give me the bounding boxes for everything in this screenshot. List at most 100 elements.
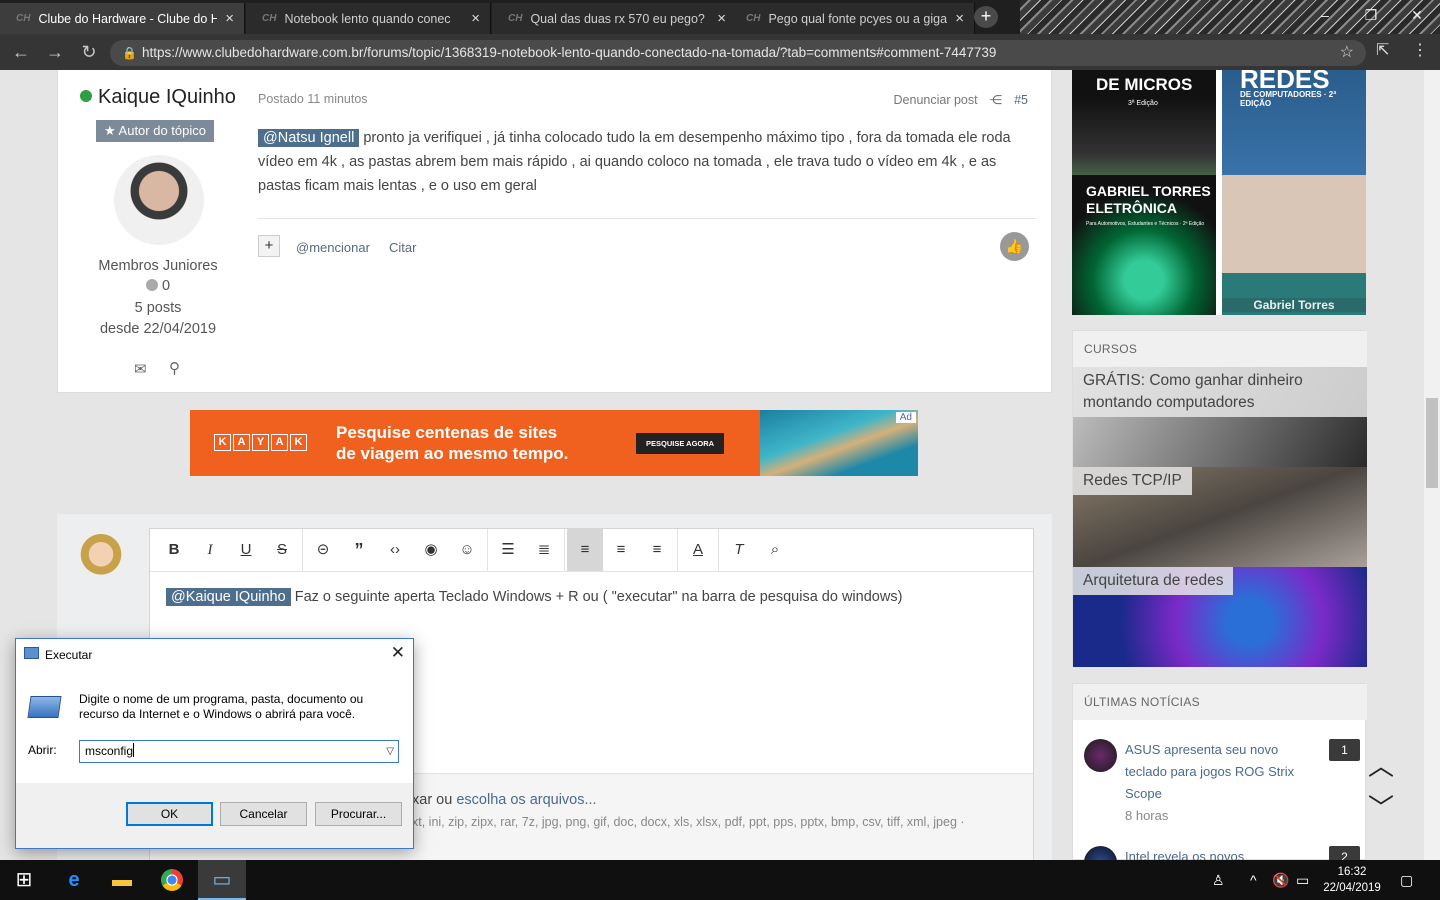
network-icon[interactable]: ▭	[1296, 860, 1309, 900]
tab-clube-home[interactable]: CH Clube do Hardware - Clube do H ×	[0, 3, 245, 34]
ad-cta-button[interactable]: PESQUISE AGORA	[636, 433, 725, 454]
book-subtitle: 3ª Edição	[1128, 100, 1158, 107]
bullet-list-icon[interactable]: ☰	[490, 529, 526, 571]
close-tab-icon[interactable]: ×	[471, 10, 480, 27]
people-icon[interactable]: ♙	[1212, 860, 1225, 900]
editor-toolbar: B I U S ⊝ ” ‹› ◉ ☺ ☰ ≣ ≡ ≡ ≡ A T ⌕	[150, 529, 1033, 572]
file-explorer-icon[interactable]: ▬	[98, 860, 146, 900]
toolbar-divider	[718, 529, 719, 571]
report-link[interactable]: Denunciar post	[894, 93, 978, 107]
news-title-text[interactable]: Intel revela os novos	[1125, 849, 1244, 860]
book-eletronica[interactable]: GABRIEL TORRES ELETRÔNICA Para Automotiv…	[1072, 175, 1216, 315]
book-ads: DE MICROS 3ª Edição REDES DE COMPUTADORE…	[1072, 70, 1366, 315]
close-tab-icon[interactable]: ×	[717, 10, 726, 27]
open-input-value[interactable]: msconfig	[85, 744, 133, 758]
menu-icon[interactable]: ⋮	[1412, 40, 1428, 60]
edge-icon[interactable]: e	[50, 860, 98, 900]
user-mention[interactable]: @Natsu Ignell	[258, 129, 360, 147]
course-title[interactable]: Redes TCP/IP	[1073, 467, 1192, 495]
share-icon[interactable]: ⋲	[990, 93, 1003, 107]
editor-content[interactable]: @Kaique IQuinho Faz o seguinte aperta Te…	[166, 588, 903, 606]
notifications-icon[interactable]: ▢	[1400, 860, 1413, 900]
editor-text: Faz o seguinte aperta Teclado Windows + …	[290, 589, 903, 605]
toolbar-divider	[302, 529, 303, 571]
news-title-text[interactable]: ASUS apresenta seu novo teclado para jog…	[1125, 742, 1294, 801]
news-title[interactable]: ASUS apresenta seu novo teclado para jog…	[1125, 739, 1305, 827]
align-right-icon[interactable]: ≡	[639, 529, 675, 571]
course-title[interactable]: GRÁTIS: Como ganhar dinheiro montando co…	[1073, 367, 1367, 417]
dialog-titlebar[interactable]: Executar ✕	[16, 639, 413, 669]
mention-button[interactable]: @mencionar	[296, 240, 370, 255]
user-mention[interactable]: @Kaique IQuinho	[166, 588, 291, 606]
post-body: @Natsu Ignell pronto ja verifiquei , já …	[258, 126, 1038, 198]
post-number[interactable]: #5	[1014, 93, 1028, 107]
quote-button[interactable]: Citar	[389, 240, 416, 255]
italic-icon[interactable]: I	[192, 529, 228, 571]
align-left-icon[interactable]: ≡	[567, 529, 603, 571]
chevron-up-icon[interactable]: ^	[1250, 860, 1257, 900]
ok-button[interactable]: OK	[126, 802, 213, 826]
kayak-ad-banner[interactable]: KAYAK Pesquise centenas de sites de viage…	[190, 410, 918, 476]
tab-notebook-lento[interactable]: CH Notebook lento quando conec ×	[246, 3, 491, 34]
like-icon[interactable]: 👍	[1000, 232, 1029, 261]
author-name[interactable]: Kaique IQuinho	[98, 86, 236, 108]
kayak-logo: KAYAK	[214, 434, 307, 451]
close-icon[interactable]: ✕	[391, 643, 405, 663]
close-tab-icon[interactable]: ×	[955, 10, 964, 27]
browse-button[interactable]: Procurar...	[315, 802, 402, 826]
tab-rx570[interactable]: CH Qual das duas rx 570 eu pego? - ×	[492, 3, 737, 34]
forward-icon[interactable]: →	[38, 42, 72, 63]
bold-icon[interactable]: B	[156, 529, 192, 571]
close-tab-icon[interactable]: ×	[225, 10, 234, 27]
back-icon[interactable]: ←	[4, 42, 38, 63]
course-item[interactable]: Redes TCP/IP	[1073, 467, 1367, 567]
avatar[interactable]	[114, 155, 204, 245]
scrollbar-thumb[interactable]	[1426, 398, 1438, 488]
plus-button[interactable]: +	[258, 235, 280, 257]
chrome-icon[interactable]	[148, 860, 196, 900]
underline-icon[interactable]: U	[228, 529, 264, 571]
quote-icon[interactable]: ”	[341, 529, 377, 571]
clear-format-icon[interactable]: T	[721, 529, 757, 571]
preview-icon[interactable]: ⌕	[757, 529, 793, 571]
minimize-icon[interactable]: –	[1302, 0, 1348, 30]
volume-muted-icon[interactable]: 🔇	[1272, 860, 1289, 900]
scroll-down-icon[interactable]: ﹀	[1368, 788, 1394, 825]
numbered-list-icon[interactable]: ≣	[526, 529, 562, 571]
maximize-icon[interactable]: ❐	[1348, 0, 1394, 30]
course-item[interactable]: Arquitetura de redes	[1073, 567, 1367, 667]
scroll-up-icon[interactable]: ︿	[1368, 746, 1394, 783]
close-window-icon[interactable]: ✕	[1394, 0, 1440, 30]
attach-prefix: xar ou	[412, 792, 457, 808]
open-input[interactable]: msconfig ▽	[79, 740, 399, 763]
link-icon[interactable]: ⊝	[305, 529, 341, 571]
news-title[interactable]: Intel revela os novos	[1125, 846, 1305, 860]
choose-files-link[interactable]: escolha os arquivos...	[456, 792, 596, 808]
tab-fonte[interactable]: CH Pego qual fonte pcyes ou a gigat ×	[730, 3, 975, 34]
run-taskbar-icon[interactable]: ▭	[198, 860, 246, 900]
book-gabriel-torres[interactable]: Gabriel Torres	[1222, 175, 1366, 315]
windows-start-icon[interactable]: ⊞	[0, 860, 48, 900]
post-author[interactable]: Kaique IQuinho	[80, 86, 236, 109]
bookmark-star-icon[interactable]: ☆	[1340, 40, 1354, 66]
course-item[interactable]: GRÁTIS: Como ganhar dinheiro montando co…	[1073, 367, 1367, 467]
page-scrollbar[interactable]	[1424, 70, 1440, 860]
courses-widget: CURSOS GRÁTIS: Como ganhar dinheiro mont…	[1072, 330, 1367, 667]
taskbar-clock[interactable]: 16:32 22/04/2019	[1312, 864, 1392, 896]
cancel-button[interactable]: Cancelar	[220, 802, 307, 826]
emoji-icon[interactable]: ☺	[449, 529, 485, 571]
spoiler-eye-icon[interactable]: ◉	[413, 529, 449, 571]
address-bar[interactable]: 🔒 https://www.clubedohardware.com.br/for…	[110, 40, 1366, 66]
reload-icon[interactable]: ↻	[72, 42, 106, 63]
chevron-down-icon[interactable]: ▽	[386, 741, 394, 762]
cast-icon[interactable]: ⇱	[1376, 40, 1389, 60]
code-icon[interactable]: ‹›	[377, 529, 413, 571]
font-color-icon[interactable]: A	[680, 529, 716, 571]
align-center-icon[interactable]: ≡	[603, 529, 639, 571]
ad-choices-tag[interactable]: Ad	[895, 412, 916, 423]
search-icon[interactable]: ⚲	[169, 359, 180, 377]
course-title[interactable]: Arquitetura de redes	[1073, 567, 1234, 595]
envelope-icon[interactable]: ✉	[134, 360, 147, 378]
strikethrough-icon[interactable]: S	[264, 529, 300, 571]
new-tab-button[interactable]: +	[974, 6, 998, 28]
